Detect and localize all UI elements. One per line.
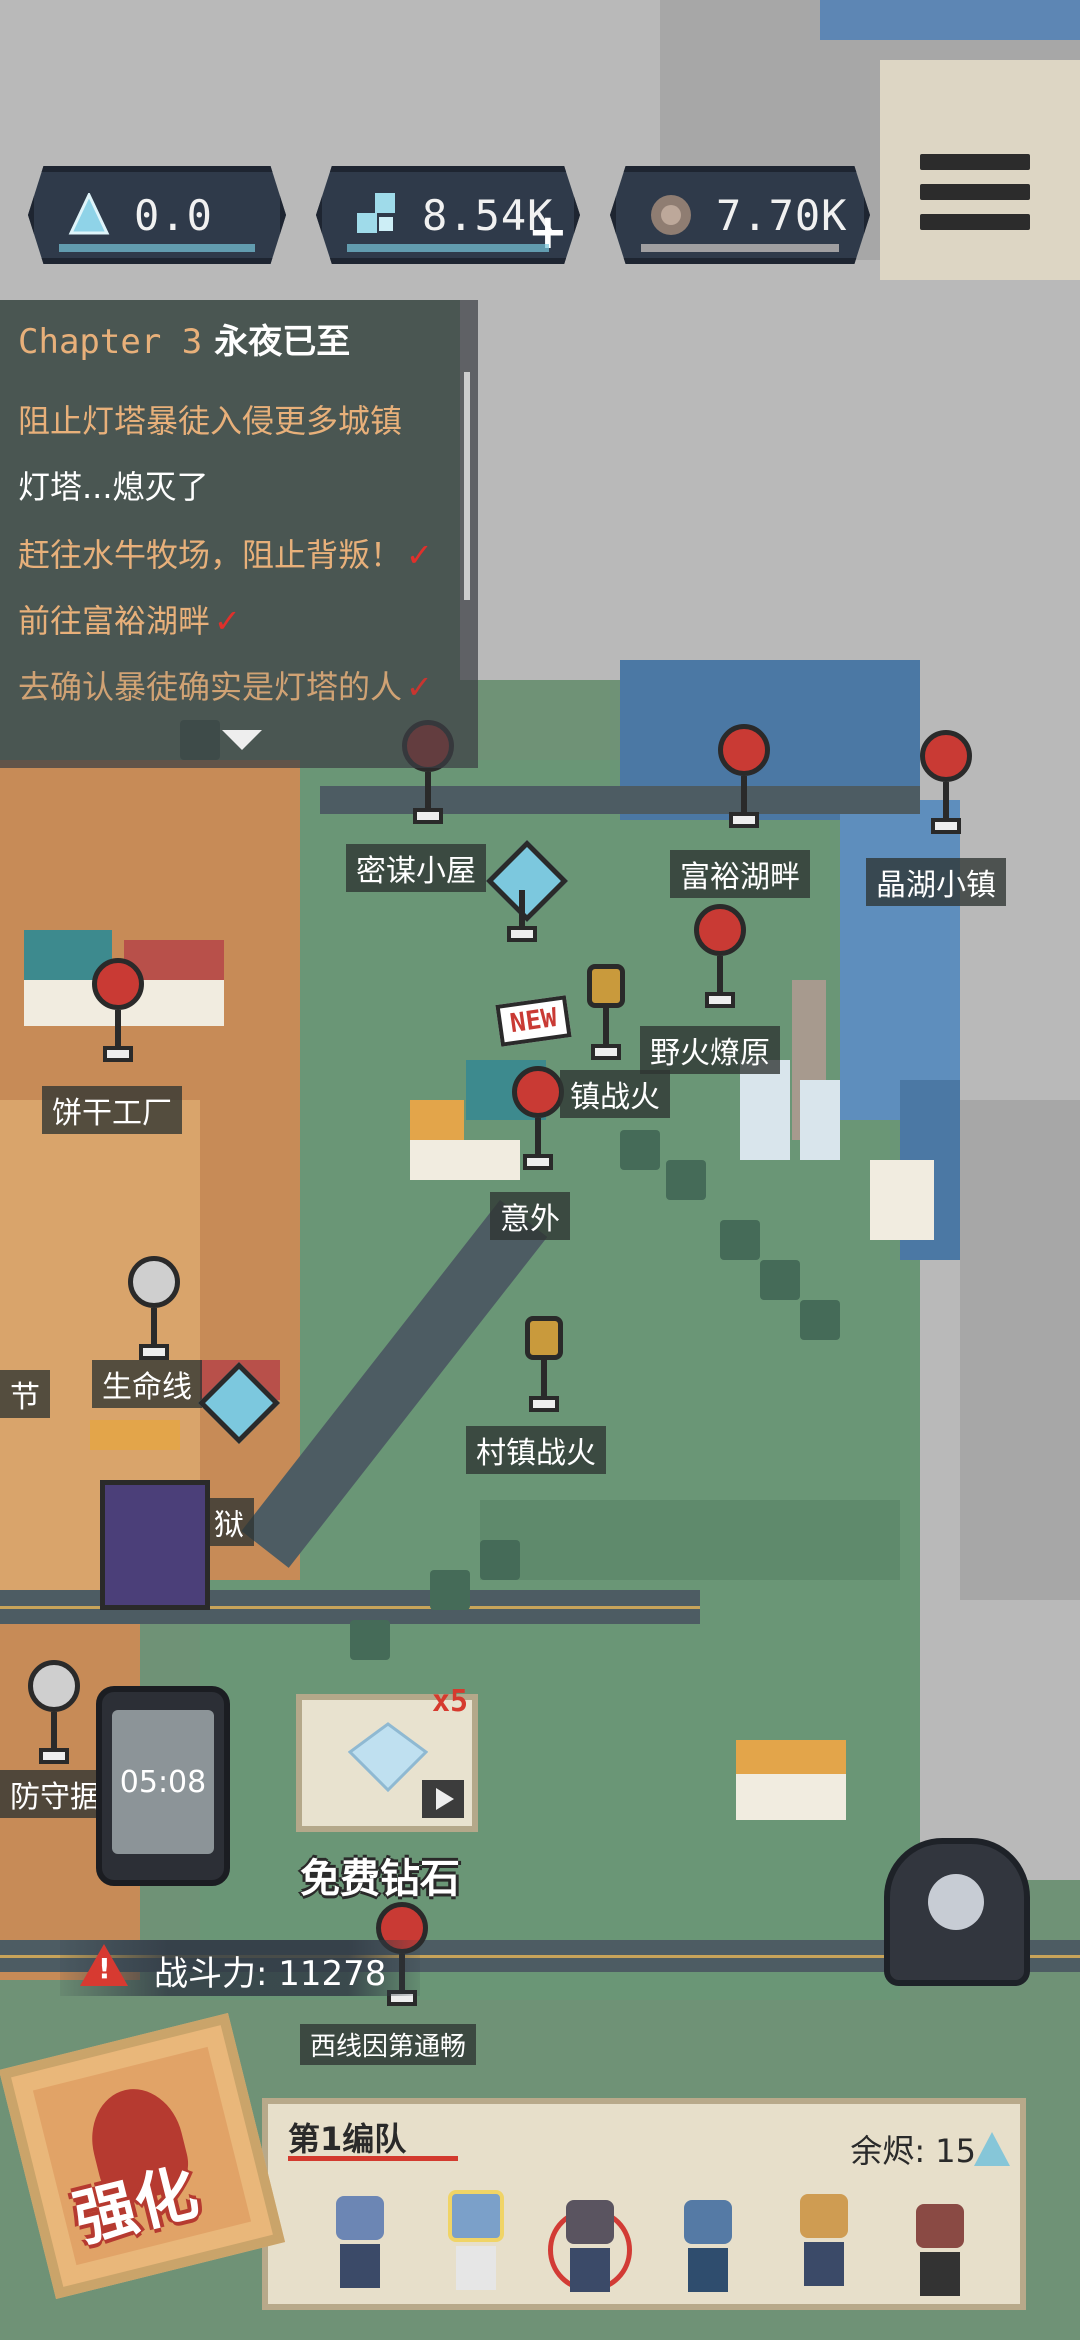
- building-village: [736, 1740, 846, 1820]
- check-icon: ✓: [214, 602, 241, 640]
- check-icon: ✓: [406, 668, 433, 706]
- ember-counter: 余烬: 15: [850, 2132, 976, 2170]
- label-rich-lake: 富裕湖畔: [670, 850, 810, 898]
- currency-ore-value: 7.70K: [716, 190, 848, 240]
- quest-line[interactable]: 赶往水牛牧场，阻止背叛！ ✓: [18, 530, 433, 576]
- phone-timer-button[interactable]: 05:08: [96, 1686, 230, 1886]
- quest-scrollbar[interactable]: [464, 372, 470, 600]
- pin-crystal-stem: [496, 890, 548, 958]
- video-play-icon: [422, 1780, 464, 1818]
- team-unit-6[interactable]: [910, 2204, 970, 2304]
- rocket-base-button[interactable]: [884, 1838, 1030, 1986]
- pin-town-war[interactable]: [512, 1066, 564, 1170]
- pin-lifeline[interactable]: [128, 1256, 180, 1360]
- free-diamond-label: 免费钻石: [300, 1856, 460, 1902]
- combat-power-text: 战斗力: 11278: [154, 1954, 387, 1994]
- label-town-war: 镇战火: [560, 1070, 670, 1118]
- check-icon: ✓: [406, 536, 433, 574]
- reward-multiplier: x5: [432, 1684, 469, 1719]
- team-title[interactable]: 第1编队: [288, 2114, 406, 2160]
- currency-crystal-value: 0.0: [134, 190, 213, 240]
- building-skyline: [720, 980, 840, 1180]
- ember-crystal-icon: [974, 2132, 1010, 2166]
- currency-ore[interactable]: 7.70K: [610, 166, 870, 264]
- label-west-line: 西线因第通畅: [300, 2024, 477, 2065]
- quest-chapter: Chapter 3 永夜已至: [18, 314, 350, 363]
- label-prison: 狱: [204, 1498, 254, 1546]
- label-accident: 意外: [490, 1192, 570, 1240]
- label-biscuit-factory: 饼干工厂: [42, 1086, 182, 1134]
- quest-line[interactable]: 阻止灯塔暴徒入侵更多城镇: [18, 396, 402, 442]
- pin-rich-lake[interactable]: [718, 724, 770, 828]
- crystal-icon: [62, 188, 116, 242]
- pin-defense[interactable]: [28, 1660, 80, 1764]
- team-unit-3[interactable]: [560, 2200, 620, 2300]
- diamond-icon: [348, 1722, 428, 1792]
- pin-wildfire-plain[interactable]: [694, 904, 746, 1008]
- quest-line[interactable]: 灯塔...熄灭了: [18, 462, 209, 508]
- gem-cluster-icon: [350, 188, 404, 242]
- menu-button[interactable]: [920, 154, 1030, 242]
- chapter-number: Chapter 3: [18, 322, 203, 362]
- ore-icon: [644, 188, 698, 242]
- quest-line[interactable]: 前往富裕湖畔 ✓: [18, 596, 241, 642]
- pin-crystal-lake-town[interactable]: [920, 730, 972, 834]
- team-panel[interactable]: 第1编队 余烬: 15: [262, 2098, 1026, 2310]
- timer-text: 05:08: [119, 1764, 207, 1800]
- arcade-building[interactable]: [100, 1480, 210, 1610]
- expand-arrow-icon[interactable]: [222, 730, 262, 750]
- team-unit-5[interactable]: [794, 2194, 854, 2294]
- pin-gold-quest[interactable]: [580, 964, 632, 1060]
- label-lifeline: 生命线: [92, 1360, 202, 1408]
- label-crystal-lake-town: 晶湖小镇: [866, 858, 1006, 906]
- combat-power-bar: 战斗力: 11278: [60, 1940, 420, 1996]
- currency-gems[interactable]: 8.54K +: [316, 166, 580, 264]
- label-village-war: 村镇战火: [466, 1426, 606, 1474]
- team-unit-2[interactable]: [446, 2190, 506, 2290]
- warning-icon: [80, 1944, 128, 1986]
- pin-biscuit-factory[interactable]: [92, 958, 144, 1062]
- label-festival: 节: [0, 1370, 50, 1418]
- chapter-name: 永夜已至: [214, 322, 351, 362]
- currency-crystal[interactable]: 0.0: [28, 166, 286, 264]
- team-unit-1[interactable]: [330, 2196, 390, 2296]
- label-secret-hut: 密谋小屋: [346, 844, 486, 892]
- quest-panel[interactable]: Chapter 3 永夜已至 阻止灯塔暴徒入侵更多城镇 灯塔...熄灭了 赶往水牛…: [0, 300, 478, 768]
- pin-village-war[interactable]: [518, 1316, 570, 1412]
- building-house: [870, 1160, 950, 1240]
- label-wildfire-plain: 野火燎原: [640, 1026, 780, 1074]
- team-unit-4[interactable]: [678, 2200, 738, 2300]
- quest-line[interactable]: 去确认暴徒确实是灯塔的人 ✓: [18, 662, 433, 708]
